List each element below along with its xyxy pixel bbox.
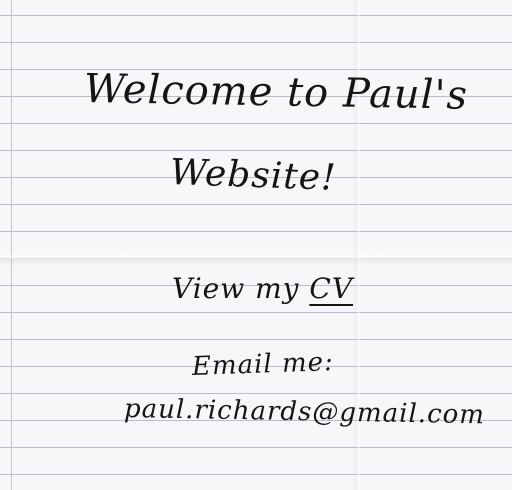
page-title-line-2: Website! xyxy=(169,152,338,199)
page-title-line-1: Welcome to Paul's xyxy=(83,66,469,119)
cv-line: View my CV xyxy=(172,272,353,305)
paper-fold-horizontal xyxy=(0,252,512,266)
email-label: Email me: xyxy=(191,347,335,382)
cv-prefix: View my xyxy=(172,272,310,305)
lined-paper: Welcome to Paul's Website! View my CV Em… xyxy=(0,0,512,490)
email-link[interactable]: paul.richards@gmail.com xyxy=(124,394,485,430)
cv-link[interactable]: CV xyxy=(309,272,353,305)
margin-line xyxy=(11,0,12,490)
